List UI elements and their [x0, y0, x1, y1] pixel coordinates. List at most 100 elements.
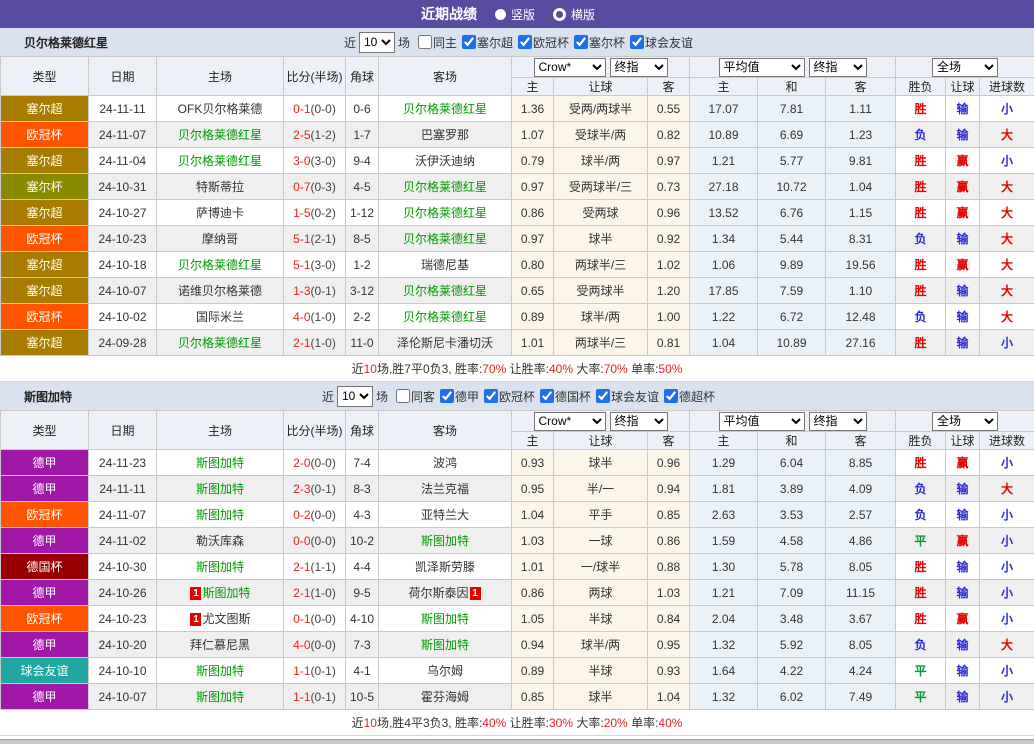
league-checkbox[interactable] — [462, 35, 476, 49]
home-team: 特斯蒂拉 — [157, 174, 284, 200]
away-team-name: 波鸿 — [433, 456, 457, 470]
odds-home: 0.86 — [512, 200, 554, 226]
away-team: 波鸿 — [379, 450, 512, 476]
home-team: 斯图加特 — [157, 476, 284, 502]
match-row: 德甲24-10-07斯图加特1-1(0-1)10-5霍芬海姆0.85球半1.04… — [1, 684, 1034, 710]
home-team: 斯图加特 — [157, 502, 284, 528]
result-wdl: 负 — [896, 632, 946, 658]
away-team-name: 斯图加特 — [421, 638, 469, 652]
match-row: 欧冠杯24-11-07贝尔格莱德红星2-5(1-2)1-7巴塞罗那1.07受球半… — [1, 122, 1034, 148]
sub-column-header: 主 — [690, 432, 758, 450]
avg-away: 4.24 — [826, 658, 896, 684]
league-checkbox[interactable] — [574, 35, 588, 49]
match-date: 24-10-23 — [89, 606, 157, 632]
score: 1-1(0-1) — [284, 684, 346, 710]
avg-stage-select[interactable]: 终指 — [809, 58, 867, 77]
league-filter: 塞尔超 — [457, 34, 513, 51]
odds-home: 1.04 — [512, 502, 554, 528]
odds-home: 1.01 — [512, 330, 554, 356]
result-goals: 小 — [980, 684, 1034, 710]
sub-column-header: 让球 — [946, 432, 980, 450]
fulltime-score: 0-1 — [293, 102, 310, 116]
score: 2-1(1-1) — [284, 554, 346, 580]
match-row: 塞尔超24-10-27萨博迪卡1-5(0-2)1-12贝尔格莱德红星0.86受两… — [1, 200, 1034, 226]
odds-stage-select[interactable]: 终指 — [610, 412, 668, 431]
match-count-select[interactable]: 10 — [337, 386, 373, 407]
score: 3-0(3-0) — [284, 148, 346, 174]
sub-column-header: 进球数 — [980, 78, 1034, 96]
score: 1-3(0-1) — [284, 278, 346, 304]
scope-select[interactable]: 全场 — [932, 412, 998, 431]
fulltime-score: 1-5 — [293, 206, 310, 220]
away-team: 斯图加特 — [379, 632, 512, 658]
home-team: 贝尔格莱德红星 — [157, 330, 284, 356]
avg-draw: 4.22 — [758, 658, 826, 684]
odds-stage-select[interactable]: 终指 — [610, 58, 668, 77]
matches-table: 类型日期主场比分(半场)角球客场Crow*终指平均值终指全场主让球客主和客胜负让… — [0, 410, 1034, 710]
league-checkbox[interactable] — [518, 35, 532, 49]
topbar: 近期战绩 竖版 横版 — [0, 0, 1034, 28]
league-checkbox[interactable] — [440, 389, 454, 403]
league-badge: 塞尔超 — [1, 252, 89, 278]
result-goals: 大 — [980, 226, 1034, 252]
layout-radio-horizontal[interactable]: 横版 — [553, 6, 595, 23]
filter-bar: 近10场同主塞尔超欧冠杯塞尔杯球会友谊 — [341, 32, 693, 53]
score: 0-1(0-0) — [284, 96, 346, 122]
same-venue-checkbox[interactable] — [418, 35, 432, 49]
score: 2-5(1-2) — [284, 122, 346, 148]
result-handicap: 输 — [946, 502, 980, 528]
avg-type-select[interactable]: 平均值 — [719, 412, 805, 431]
sub-column-header: 胜负 — [896, 78, 946, 96]
result-handicap: 赢 — [946, 450, 980, 476]
avg-away: 12.48 — [826, 304, 896, 330]
avg-draw: 7.81 — [758, 96, 826, 122]
avg-home: 1.21 — [690, 580, 758, 606]
same-venue-checkbox[interactable] — [396, 389, 410, 403]
summary-segment: 场,胜4平3负3, 胜率: — [377, 716, 482, 730]
odds-company-select[interactable]: Crow* — [534, 412, 606, 431]
avg-away: 1.15 — [826, 200, 896, 226]
sub-column-header: 进球数 — [980, 432, 1034, 450]
sub-column-header: 让球 — [946, 78, 980, 96]
corners: 10-5 — [346, 684, 379, 710]
layout-radio-vertical[interactable]: 竖版 — [495, 6, 535, 23]
league-checkbox[interactable] — [630, 35, 644, 49]
result-wdl: 负 — [896, 304, 946, 330]
same-venue-text: 同主 — [433, 34, 457, 51]
column-header: 主场 — [157, 57, 284, 96]
result-handicap: 输 — [946, 580, 980, 606]
home-team: 贝尔格莱德红星 — [157, 148, 284, 174]
league-checkbox[interactable] — [540, 389, 554, 403]
score: 0-1(0-0) — [284, 606, 346, 632]
avg-home: 1.04 — [690, 330, 758, 356]
match-date: 24-10-27 — [89, 200, 157, 226]
odds-home: 0.97 — [512, 226, 554, 252]
away-team: 法兰克福 — [379, 476, 512, 502]
fulltime-score: 1-1 — [293, 664, 310, 678]
score: 5-1(2-1) — [284, 226, 346, 252]
column-header: 客场 — [379, 411, 512, 450]
handicap: 一/球半 — [554, 554, 648, 580]
away-team-name: 法兰克福 — [421, 482, 469, 496]
sub-column-header: 胜负 — [896, 432, 946, 450]
summary-segment: 40% — [549, 362, 573, 376]
corners: 2-2 — [346, 304, 379, 330]
league-checkbox[interactable] — [664, 389, 678, 403]
scope-select[interactable]: 全场 — [932, 58, 998, 77]
avg-stage-select[interactable]: 终指 — [809, 412, 867, 431]
away-team-name: 斯图加特 — [421, 534, 469, 548]
fulltime-score: 2-5 — [293, 128, 310, 142]
away-team: 斯图加特 — [379, 606, 512, 632]
match-row: 欧冠杯24-10-231尤文图斯0-1(0-0)4-10斯图加特1.05半球0.… — [1, 606, 1034, 632]
avg-type-select[interactable]: 平均值 — [719, 58, 805, 77]
odds-company-select[interactable]: Crow* — [534, 58, 606, 77]
match-date: 24-10-18 — [89, 252, 157, 278]
away-team: 斯图加特 — [379, 528, 512, 554]
league-checkbox[interactable] — [484, 389, 498, 403]
league-checkbox[interactable] — [596, 389, 610, 403]
result-handicap: 输 — [946, 554, 980, 580]
result-goals: 小 — [980, 330, 1034, 356]
match-row: 欧冠杯24-10-02国际米兰4-0(1-0)2-2贝尔格莱德红星0.89球半/… — [1, 304, 1034, 330]
avg-draw: 5.78 — [758, 554, 826, 580]
match-count-select[interactable]: 10 — [359, 32, 395, 53]
